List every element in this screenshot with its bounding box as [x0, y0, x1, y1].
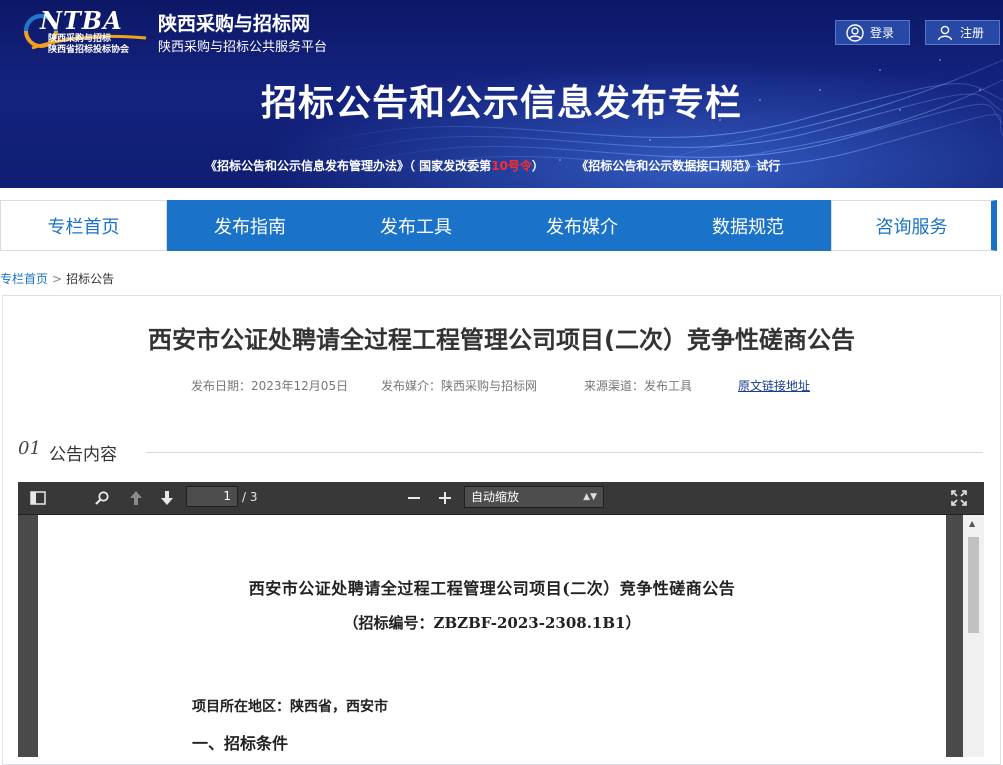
scroll-thumb[interactable]: [968, 537, 979, 633]
main-nav: 专栏首页 发布指南 发布工具 发布媒介 数据规范 咨询服务: [0, 200, 1003, 251]
next-page-button[interactable]: [156, 488, 178, 508]
nav-consulting[interactable]: 咨询服务: [831, 200, 997, 251]
page-number-input[interactable]: 1: [186, 486, 238, 507]
arrow-down-icon: [161, 491, 173, 505]
plus-icon: [439, 492, 451, 504]
sidebar-icon: [30, 491, 46, 505]
page-total: / 3: [242, 490, 258, 504]
regulation-link[interactable]: 《招标公告和公示信息发布管理办法》（ 国家发改委第: [205, 159, 491, 173]
document-code: （招标编号：ZBZBF-2023-2308.1B1）: [343, 614, 641, 632]
presentation-mode-button[interactable]: [948, 488, 970, 508]
find-button[interactable]: [91, 488, 113, 508]
section-label: 公告内容: [49, 445, 117, 465]
previous-page-button[interactable]: [125, 488, 147, 508]
login-label: 登录: [870, 26, 895, 40]
breadcrumb-current: 招标公告: [66, 272, 115, 286]
banner-title: 招标公告和公示信息发布专栏: [260, 83, 742, 124]
fullscreen-icon: [951, 490, 967, 506]
nav-home[interactable]: 专栏首页: [0, 200, 167, 251]
nav-tools[interactable]: 发布工具: [333, 200, 499, 251]
register-label: 注册: [960, 26, 985, 40]
zoom-select[interactable]: 自动缩放 ▲▼: [464, 486, 604, 508]
user-icon: [937, 25, 953, 40]
select-arrows-icon: ▲▼: [583, 492, 597, 502]
minus-icon: [408, 497, 420, 499]
zoom-out-button[interactable]: [403, 488, 425, 508]
site-subtitle: 陕西采购与招标公共服务平台: [158, 40, 328, 55]
logo-subtitle-2: 陕西省招标投标协会: [48, 45, 130, 55]
zoom-value: 自动缩放: [471, 490, 520, 504]
article-title: 西安市公证处聘请全过程工程管理公司项目(二次）竞争性磋商公告: [148, 326, 855, 354]
pdf-scrollbar[interactable]: ▲: [963, 515, 984, 757]
publish-date: 发布日期：2023年12月05日: [191, 379, 349, 393]
sidebar-toggle-button[interactable]: [27, 488, 49, 508]
pdf-page: 西安市公证处聘请全过程工程管理公司项目(二次）竞争性磋商公告 （招标编号：ZBZ…: [38, 515, 946, 757]
original-link[interactable]: 原文链接地址: [738, 377, 810, 394]
user-circle-icon: [846, 23, 864, 42]
nav-guide[interactable]: 发布指南: [167, 200, 333, 251]
document-section-heading: 一、招标条件: [192, 734, 289, 753]
login-button[interactable]: 登录: [835, 20, 910, 45]
site-title: 陕西采购与招标网: [158, 13, 311, 35]
source-channel: 来源渠道：发布工具: [584, 379, 693, 393]
nav-media[interactable]: 发布媒介: [499, 200, 665, 251]
register-button[interactable]: 注册: [925, 20, 1000, 45]
section-divider: [146, 452, 983, 453]
document-region: 项目所在地区：陕西省，西安市: [192, 699, 388, 715]
search-icon: [95, 491, 109, 505]
pdf-viewer: 1 / 3 自动缩放 ▲▼ 西安市公证处聘请全过程工程管理公司项目(二次）竞争性…: [18, 482, 984, 757]
regulation-number: 10号令: [491, 159, 532, 173]
banner-notes: 《招标公告和公示信息发布管理办法》（ 国家发改委第10号令） 《招标公告和公示数…: [205, 157, 780, 174]
document-title: 西安市公证处聘请全过程工程管理公司项目(二次）竞争性磋商公告: [248, 579, 736, 598]
scroll-up-arrow-icon[interactable]: ▲: [969, 519, 975, 528]
arrow-up-icon: [130, 491, 142, 505]
header-banner: NTBA 陕西采购与招标 陕西省招标投标协会 陕西采购与招标网 陕西采购与招标公…: [0, 0, 1003, 188]
pdf-toolbar: 1 / 3 自动缩放 ▲▼: [18, 482, 984, 515]
section-number: 01: [18, 438, 41, 459]
nav-data-spec[interactable]: 数据规范: [665, 200, 831, 251]
breadcrumb: 专栏首页 > 招标公告: [0, 270, 114, 287]
breadcrumb-separator: >: [52, 271, 63, 286]
breadcrumb-home[interactable]: 专栏首页: [0, 270, 48, 287]
publish-media: 发布媒介：陕西采购与招标网: [381, 379, 538, 393]
zoom-in-button[interactable]: [434, 488, 456, 508]
interface-spec-link[interactable]: 《招标公告和公示数据接口规范》试行: [576, 159, 780, 173]
regulation-close: ）: [531, 159, 544, 173]
